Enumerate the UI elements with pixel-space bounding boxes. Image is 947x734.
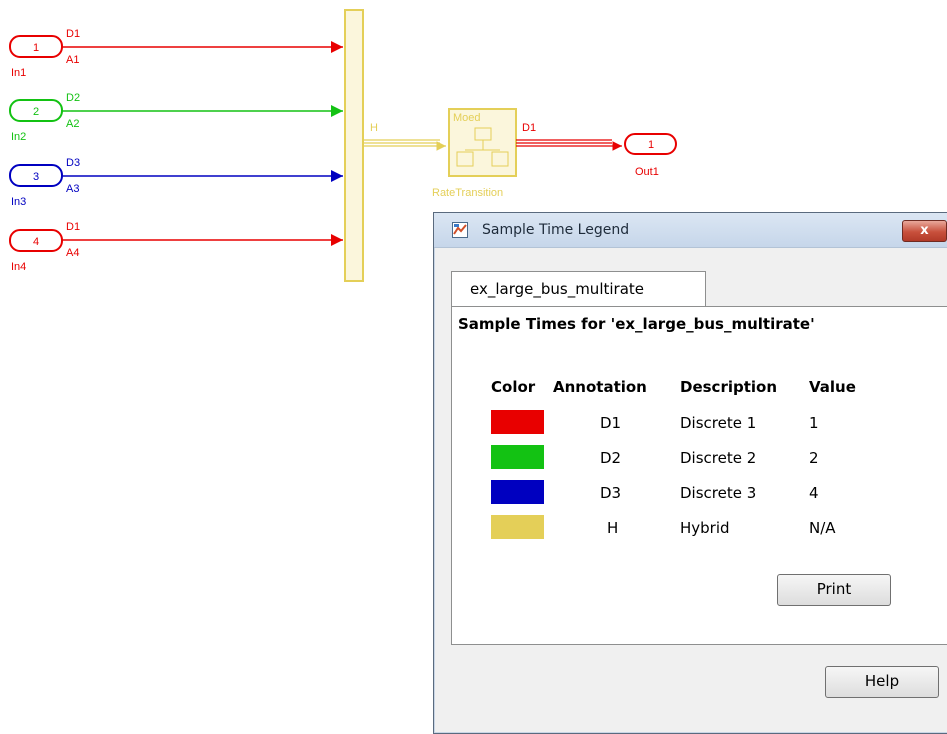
dialog-titlebar[interactable]: Sample Time Legend x xyxy=(434,213,947,248)
annotation-d3: D3 xyxy=(600,484,622,502)
sample-time-legend-dialog: Sample Time Legend x ex_large_bus_multir… xyxy=(433,212,947,734)
value-d2: 2 xyxy=(809,449,819,467)
inport-in2-label: In2 xyxy=(11,131,26,143)
inport-in2-number: 2 xyxy=(33,106,39,118)
annotation-d2: D2 xyxy=(600,449,622,467)
color-swatch-d1 xyxy=(491,410,544,434)
rate-label-in3-bottom: A3 xyxy=(66,183,79,195)
column-header-value: Value xyxy=(809,378,856,396)
outport-out1-number: 1 xyxy=(648,139,654,151)
outport-out1[interactable]: 1 Out1 xyxy=(624,133,677,178)
color-swatch-d3 xyxy=(491,480,544,504)
tab-label: ex_large_bus_multirate xyxy=(470,280,645,298)
rate-transition-label: RateTransition xyxy=(432,187,503,199)
annotation-d1: D1 xyxy=(600,414,622,432)
close-button[interactable]: x xyxy=(902,220,947,242)
outport-out1-label: Out1 xyxy=(635,166,659,178)
description-d2: Discrete 2 xyxy=(680,449,757,467)
column-header-color: Color xyxy=(491,378,536,396)
matlab-app-icon xyxy=(452,222,468,238)
column-header-description: Description xyxy=(680,378,778,396)
rate-label-in1-bottom: A1 xyxy=(66,54,79,66)
bus-creator-block[interactable] xyxy=(344,9,364,282)
description-d3: Discrete 3 xyxy=(680,484,757,502)
rate-transition-block[interactable]: Moed xyxy=(448,108,517,177)
inport-in1-number: 1 xyxy=(33,42,39,54)
help-button[interactable]: Help xyxy=(825,666,939,698)
inport-in3-number: 3 xyxy=(33,171,39,183)
inport-in1[interactable]: 1 In1 xyxy=(9,35,63,79)
rate-transition-mode-text: Moed xyxy=(453,112,481,124)
print-button[interactable]: Print xyxy=(777,574,891,606)
annotation-h: H xyxy=(607,519,619,537)
inport-in4[interactable]: 4 In4 xyxy=(9,229,63,273)
inport-in2[interactable]: 2 In2 xyxy=(9,99,63,143)
color-swatch-d2 xyxy=(491,445,544,469)
rate-label-in2-top: D2 xyxy=(66,92,80,104)
output-rate-label: D1 xyxy=(522,122,536,134)
rate-label-in1-top: D1 xyxy=(66,28,80,40)
inport-in3-label: In3 xyxy=(11,196,26,208)
inport-in3[interactable]: 3 In3 xyxy=(9,164,63,208)
inport-in4-label: In4 xyxy=(11,261,26,273)
rate-label-in4-top: D1 xyxy=(66,221,80,233)
description-h: Hybrid xyxy=(680,519,730,537)
inport-in4-number: 4 xyxy=(33,236,39,248)
rate-label-in3-top: D3 xyxy=(66,157,80,169)
rate-label-in4-bottom: A4 xyxy=(66,247,79,259)
inport-in1-label: In1 xyxy=(11,67,26,79)
legend-panel: Sample Times for 'ex_large_bus_multirate… xyxy=(451,306,947,645)
column-header-annotation: Annotation xyxy=(553,378,647,396)
description-d1: Discrete 1 xyxy=(680,414,757,432)
rate-label-in2-bottom: A2 xyxy=(66,118,79,130)
value-h: N/A xyxy=(809,519,836,537)
bus-rate-label: H xyxy=(370,122,378,134)
value-d1: 1 xyxy=(809,414,819,432)
legend-heading: Sample Times for 'ex_large_bus_multirate… xyxy=(458,315,815,333)
color-swatch-h xyxy=(491,515,544,539)
dialog-title: Sample Time Legend xyxy=(482,222,630,238)
tab-ex-large-bus-multirate[interactable]: ex_large_bus_multirate xyxy=(451,271,706,308)
value-d3: 4 xyxy=(809,484,819,502)
